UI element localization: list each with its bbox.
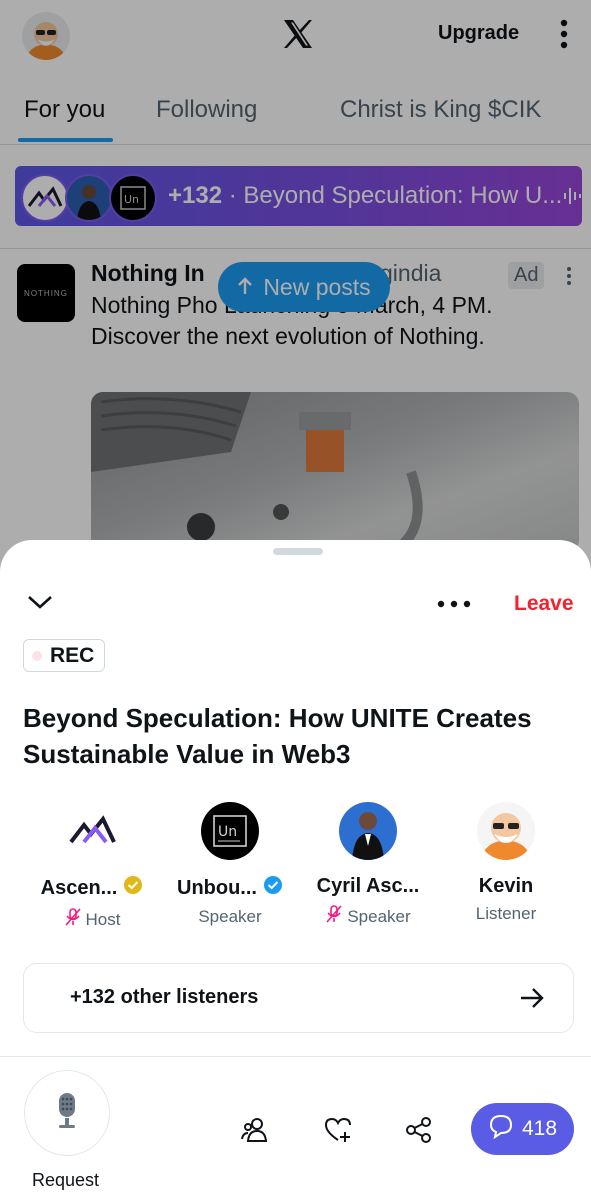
other-listeners-label: +132 other listeners [70,986,259,1008]
rec-badge: REC [23,639,106,672]
participant-name: Kevin [478,875,534,897]
arrow-right-icon [518,984,546,1012]
more-horizontal-icon[interactable] [436,596,472,608]
participant-name-row: Ascen... [22,875,162,901]
participant-role-row: Listener [436,904,576,924]
participant-avatar [339,802,397,860]
participant-host[interactable]: Ascen... Host [22,802,162,932]
participant-name-row: Kevin [436,875,576,898]
verified-blue-icon [263,875,283,901]
rec-label: REC [50,643,95,667]
mic-muted-icon [325,904,343,929]
space-title: Beyond Speculation: How UNITE Creates Su… [23,703,532,769]
participant-name-row: Cyril Asc... [298,875,438,898]
participant-name: Cyril Asc... [316,875,420,897]
participant-role: Listener [475,904,537,923]
people-icon[interactable] [241,1115,271,1145]
participant-avatar [477,802,535,860]
participant-listener-kevin[interactable]: Kevin Listener [436,802,576,924]
other-listeners-button[interactable]: +132 other listeners [23,963,574,1033]
svg-text:Un: Un [218,824,237,840]
participant-speaker-cyril[interactable]: Cyril Asc... Speaker [298,802,438,929]
participant-role: Speaker [198,907,262,926]
divider [0,1056,591,1057]
participant-role: Host [85,909,121,929]
drag-handle[interactable] [273,548,323,555]
space-sheet: Leave REC Beyond Speculation: How UNITE … [0,540,591,1200]
participant-role-row: Speaker [160,907,300,927]
leave-button[interactable]: Leave [514,592,574,616]
heart-plus-icon[interactable] [323,1115,353,1145]
participant-name-row: Unbou... [160,875,300,901]
share-icon[interactable] [404,1115,434,1145]
rec-dot-icon [32,650,42,661]
participant-role-row: Speaker [298,904,438,929]
participant-role-row: Host [22,907,162,932]
participant-name: Ascen... [40,876,118,899]
participant-name: Unbou... [177,876,257,899]
request-label: Request [32,1170,100,1190]
participant-avatar: Un [201,802,259,860]
request-mic-button[interactable] [24,1070,110,1156]
chat-bubble-icon [488,1113,514,1145]
chat-button[interactable]: 418 [471,1103,574,1155]
verified-gold-icon [123,875,143,901]
microphone-icon [52,1091,82,1136]
chevron-down-icon[interactable] [26,592,54,612]
participant-avatar [63,802,121,860]
mic-muted-icon [64,907,82,932]
participant-speaker-unbound[interactable]: Un Unbou... Speaker [160,802,300,927]
participant-role: Speaker [347,906,411,926]
chat-count: 418 [521,1117,558,1140]
